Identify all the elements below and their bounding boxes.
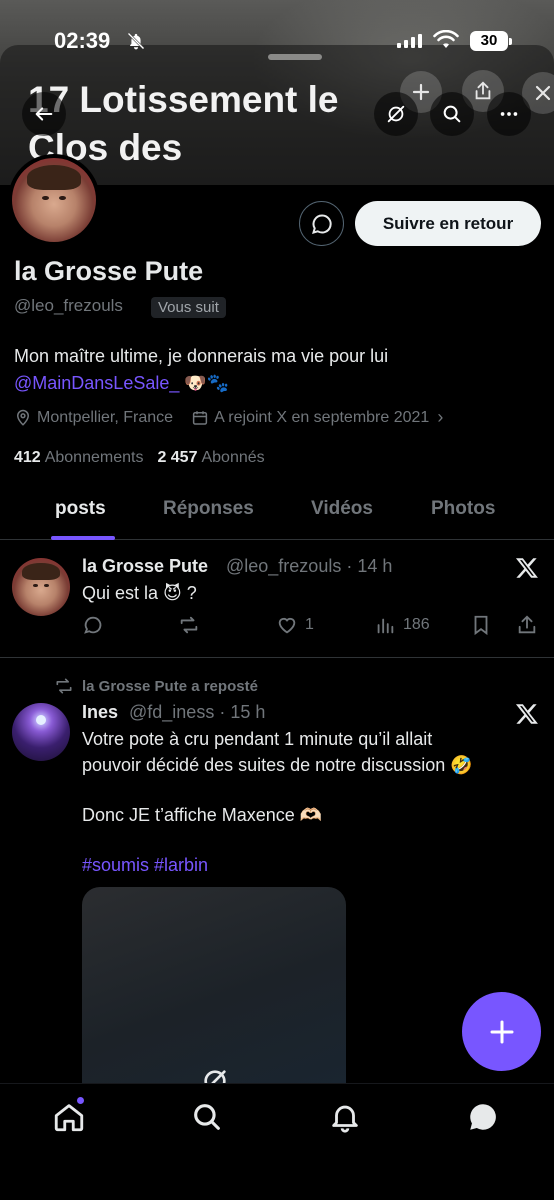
post-hashtags[interactable]: #soumis #larbin bbox=[82, 852, 542, 878]
cellular-signal-icon bbox=[397, 34, 422, 48]
sheet-grabber[interactable] bbox=[268, 54, 322, 60]
share-icon bbox=[518, 615, 536, 634]
x-logo-icon[interactable] bbox=[514, 555, 540, 581]
bell-off-icon bbox=[127, 32, 145, 50]
compose-post-button[interactable] bbox=[462, 992, 541, 1071]
repost-button[interactable] bbox=[178, 614, 200, 636]
profile-handle: @leo_frezouls bbox=[14, 296, 123, 315]
view-count: 186 bbox=[403, 616, 430, 633]
follows-you-badge: Vous suit bbox=[151, 297, 226, 318]
search-icon[interactable] bbox=[190, 1100, 224, 1134]
follow-back-button[interactable]: Suivre en retour bbox=[355, 201, 541, 246]
tab-replies[interactable]: Réponses bbox=[163, 498, 254, 520]
bio-text: Mon maître ultime, je donnerais ma vie p… bbox=[14, 346, 389, 366]
search-icon bbox=[443, 105, 461, 123]
plus-icon bbox=[490, 1020, 513, 1043]
like-button[interactable]: 1 bbox=[276, 614, 314, 636]
bio-emoji: 🐶🐾 bbox=[184, 373, 230, 393]
profile-display-name: la Grosse Pute bbox=[14, 256, 204, 286]
profile-joined-date[interactable]: A rejoint X en septembre 2021 bbox=[214, 409, 429, 427]
message-bubble-icon bbox=[311, 213, 332, 234]
grok-icon bbox=[387, 105, 405, 123]
post-avatar[interactable] bbox=[12, 558, 70, 616]
notification-dot bbox=[77, 1097, 84, 1104]
views-button[interactable]: 186 bbox=[374, 614, 430, 636]
profile-bio: Mon maître ultime, je donnerais ma vie p… bbox=[14, 343, 534, 397]
reply-button[interactable] bbox=[82, 614, 104, 636]
back-button[interactable] bbox=[22, 92, 66, 136]
post-divider bbox=[0, 657, 554, 658]
analytics-icon bbox=[377, 618, 394, 634]
home-icon[interactable] bbox=[52, 1100, 86, 1134]
reply-icon bbox=[84, 616, 102, 634]
notifications-bell-icon[interactable] bbox=[328, 1100, 362, 1134]
x-logo-icon[interactable] bbox=[514, 701, 540, 727]
post-author-name[interactable]: la Grosse Pute bbox=[82, 556, 208, 577]
following-count-link[interactable]: 412 Abonnements bbox=[14, 449, 143, 467]
post-actions: 1 186 bbox=[82, 614, 542, 640]
profile-location: Montpellier, France bbox=[37, 408, 174, 426]
plus-icon bbox=[412, 83, 430, 101]
post-avatar[interactable] bbox=[12, 703, 70, 761]
repost-indicator: la Grosse Pute a reposté bbox=[54, 676, 258, 696]
more-dots-icon bbox=[500, 112, 518, 116]
wifi-icon bbox=[433, 30, 459, 48]
tab-posts[interactable]: posts bbox=[55, 498, 106, 520]
post-text: Qui est la 😈 ? bbox=[82, 583, 197, 603]
heart-icon bbox=[278, 617, 296, 634]
profile-stats: 412 Abonnements 2 457 Abonnés bbox=[14, 449, 265, 467]
message-button[interactable] bbox=[299, 201, 344, 246]
like-count: 1 bbox=[305, 616, 314, 633]
calendar-icon bbox=[192, 410, 208, 425]
grok-button[interactable] bbox=[374, 92, 418, 136]
bookmark-button[interactable] bbox=[470, 614, 492, 636]
post-author-handle: @fd_iness · 15 h bbox=[129, 702, 266, 722]
back-arrow-icon bbox=[35, 107, 53, 121]
post-author-handle: @leo_frezouls · 14 h bbox=[226, 556, 393, 576]
search-button[interactable] bbox=[430, 92, 474, 136]
share-icon bbox=[475, 81, 491, 100]
profile-avatar[interactable] bbox=[8, 154, 100, 246]
chevron-right-icon[interactable]: › bbox=[437, 407, 443, 428]
more-options-button[interactable] bbox=[487, 92, 531, 136]
repost-icon bbox=[56, 678, 72, 694]
bio-mention-link[interactable]: @MainDansLeSale_ bbox=[14, 373, 179, 393]
post-author-name[interactable]: Ines bbox=[82, 702, 118, 723]
messages-icon[interactable] bbox=[466, 1100, 500, 1134]
active-tab-indicator bbox=[51, 536, 115, 540]
followers-count-link[interactable]: 2 457 Abonnés bbox=[157, 449, 264, 467]
location-pin-icon bbox=[16, 409, 30, 426]
profile-tabs: posts Réponses Vidéos Photos bbox=[0, 480, 554, 540]
tab-videos[interactable]: Vidéos bbox=[311, 498, 373, 520]
close-icon bbox=[535, 85, 551, 101]
tab-photos[interactable]: Photos bbox=[431, 498, 495, 520]
post-media-video[interactable] bbox=[82, 887, 346, 1087]
repost-icon bbox=[180, 616, 198, 634]
bookmark-icon bbox=[474, 615, 488, 636]
share-button[interactable] bbox=[516, 614, 538, 636]
profile-meta: Montpellier, France A rejoint X en septe… bbox=[14, 407, 443, 428]
post-text: Votre pote à cru pendant 1 minute qu’il … bbox=[82, 726, 542, 878]
battery-indicator: 30 bbox=[470, 31, 512, 51]
status-time: 02:39 bbox=[54, 28, 111, 53]
page-title: 17 Lotissement le Clos des bbox=[28, 79, 339, 168]
